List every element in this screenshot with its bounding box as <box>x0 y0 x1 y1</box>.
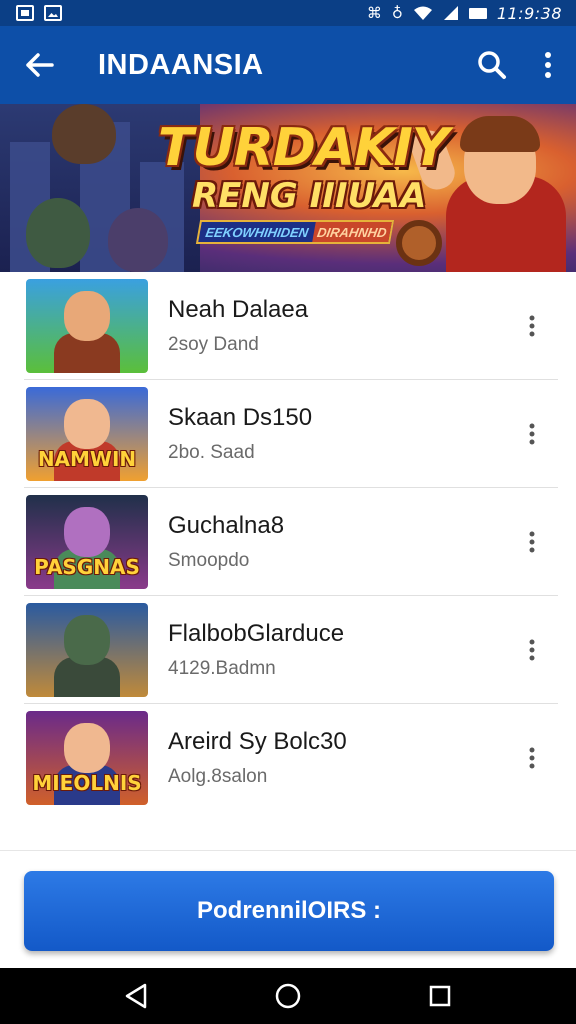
more-vertical-icon <box>529 315 535 337</box>
status-right: ⌘ ♁ 11:9:38 <box>367 4 562 23</box>
game-thumbnail: MIEOLNIS <box>26 711 148 805</box>
item-title: Skaan Ds150 <box>168 404 313 431</box>
list-item[interactable]: PASGNAS Guchalna8 Smoopdo <box>0 488 576 596</box>
thumbnail-figure-head <box>64 615 110 665</box>
app-bar: INDAANSIA <box>0 26 576 104</box>
app-title: INDAANSIA <box>98 48 264 81</box>
item-subtitle: 4129.Badmn <box>168 658 276 679</box>
notification-image-icon <box>44 5 62 21</box>
nav-back-icon <box>125 983 147 1009</box>
search-icon <box>478 51 506 79</box>
system-nav-bar <box>0 968 576 1024</box>
game-thumbnail: NAMWIN <box>26 387 148 481</box>
nav-home-icon <box>275 983 301 1009</box>
thumbnail-label: NAMWIN <box>37 447 137 471</box>
game-thumbnail <box>26 603 148 697</box>
list-item[interactable]: MIEOLNIS Areird Sy Bolc30 Aolg.8salon <box>0 704 576 812</box>
nav-home-button[interactable] <box>258 968 318 1024</box>
item-more-button[interactable] <box>504 296 560 356</box>
item-text: FlalbobGlarduce 4129.Badmn <box>168 620 504 680</box>
banner-title: TURDAKIY <box>158 118 449 178</box>
battery-icon <box>468 7 487 19</box>
thumbnail-label: PASGNAS <box>34 555 140 579</box>
item-subtitle: 2bo. Saad <box>168 442 255 463</box>
signal-icon <box>443 6 458 20</box>
item-more-button[interactable] <box>504 620 560 680</box>
thumbnail-figure-head <box>64 399 110 449</box>
item-subtitle: 2soy Dand <box>168 334 259 355</box>
alarm-icon: ♁ <box>391 3 403 22</box>
list-item[interactable]: NAMWIN Skaan Ds150 2bo. Saad <box>0 380 576 488</box>
arrow-left-icon <box>26 53 54 77</box>
item-title: Areird Sy Bolc30 <box>168 728 347 755</box>
item-subtitle: Aolg.8salon <box>168 766 268 787</box>
item-title: Neah Dalaea <box>168 296 309 323</box>
hero-hair <box>460 116 540 152</box>
creature-figure <box>26 198 90 268</box>
item-more-button[interactable] <box>504 404 560 464</box>
item-text: Areird Sy Bolc30 Aolg.8salon <box>168 728 504 788</box>
back-button[interactable] <box>0 26 80 104</box>
banner-tag-right: DIRAHNHD <box>312 222 392 242</box>
item-text: Skaan Ds150 2bo. Saad <box>168 404 504 464</box>
nav-recents-icon <box>429 985 451 1007</box>
item-title: FlalbobGlarduce <box>168 620 345 647</box>
status-time: 11:9:38 <box>496 3 562 23</box>
item-subtitle: Smoopdo <box>168 550 250 571</box>
nav-recents-button[interactable] <box>410 968 470 1024</box>
bottom-action-area: PodrennilOIRS : <box>0 850 576 968</box>
game-list: Neah Dalaea 2soy Dand NAMWIN Skaan Ds150… <box>0 272 576 812</box>
banner-subtitle: RENG IIIUAA <box>192 176 427 216</box>
thumbnail-figure-head <box>64 723 110 773</box>
item-more-button[interactable] <box>504 728 560 788</box>
creature-figure <box>108 208 168 272</box>
more-vertical-icon <box>529 423 535 445</box>
creature-figure <box>52 104 116 164</box>
game-thumbnail: PASGNAS <box>26 495 148 589</box>
item-text: Guchalna8 Smoopdo <box>168 512 504 572</box>
wifi-icon <box>413 6 432 20</box>
item-more-button[interactable] <box>504 512 560 572</box>
thumbnail-figure-head <box>64 291 110 341</box>
notification-photo-icon <box>16 5 34 21</box>
item-title: Guchalna8 <box>168 512 285 539</box>
nav-back-button[interactable] <box>106 968 166 1024</box>
search-button[interactable] <box>464 26 520 104</box>
banner-tag-strip: EEKOWHIHIDEN DIRAHNHD <box>195 220 395 244</box>
more-vertical-icon <box>529 531 535 553</box>
thumbnail-figure-head <box>64 507 110 557</box>
more-vertical-icon <box>529 639 535 661</box>
thumbnail-label: MIEOLNIS <box>32 771 142 795</box>
list-item[interactable]: FlalbobGlarduce 4129.Badmn <box>0 596 576 704</box>
game-thumbnail <box>26 279 148 373</box>
more-vertical-icon <box>529 747 535 769</box>
featured-banner[interactable]: TURDAKIY RENG IIIUAA EEKOWHIHIDEN DIRAHN… <box>0 104 576 272</box>
more-vertical-icon <box>545 52 551 78</box>
list-item[interactable]: Neah Dalaea 2soy Dand <box>0 272 576 380</box>
bluetooth-icon: ⌘ <box>366 3 382 22</box>
overflow-menu-button[interactable] <box>520 26 576 104</box>
status-left <box>16 5 62 21</box>
status-bar: ⌘ ♁ 11:9:38 <box>0 0 576 26</box>
primary-action-button[interactable]: PodrennilOIRS : <box>24 871 554 951</box>
item-text: Neah Dalaea 2soy Dand <box>168 296 504 356</box>
banner-tag-left: EEKOWHIHIDEN <box>204 224 310 240</box>
